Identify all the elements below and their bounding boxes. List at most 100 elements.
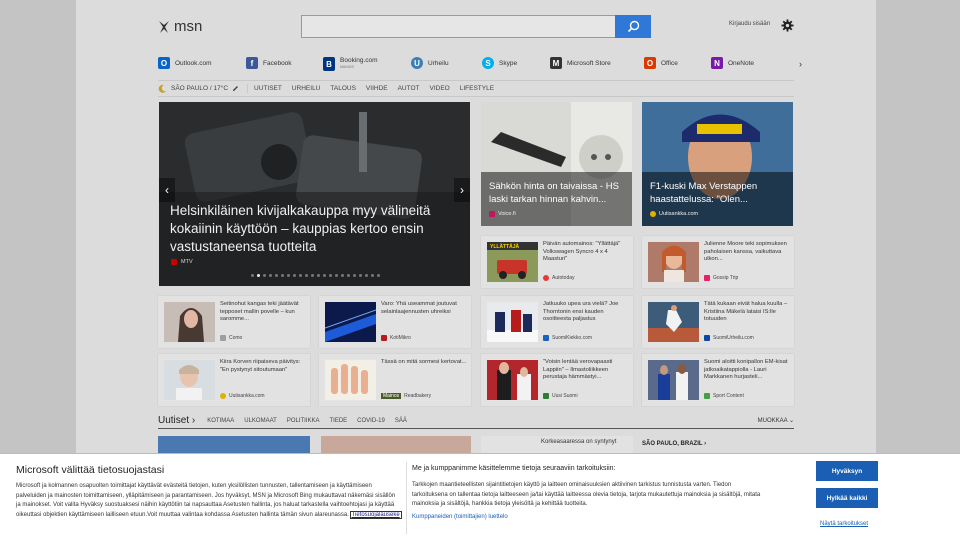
nav-link-talous[interactable]: TALOUS (330, 85, 356, 92)
news-section-title[interactable]: Uutiset › (158, 415, 195, 426)
card-source: Mainos Readbakery (381, 393, 432, 399)
nav-link-viihde[interactable]: VIIHDE (366, 85, 388, 92)
msn-logo[interactable]: msn (158, 18, 202, 35)
accept-button[interactable]: Hyväksyn (816, 461, 878, 481)
carousel-dot[interactable] (323, 274, 326, 277)
card-source: SuomiKiekko.com (543, 335, 592, 341)
card-source: KotiMikro (381, 335, 411, 341)
news-card[interactable]: Varo: Yhä useammat joutuvat selainlaajen… (319, 296, 471, 348)
store-icon: M (550, 57, 562, 69)
carousel-dot[interactable] (269, 274, 272, 277)
carousel-dot[interactable] (281, 274, 284, 277)
carousel-dot[interactable] (365, 274, 368, 277)
news-link-kotimaa[interactable]: KOTIMAA (207, 418, 234, 424)
partners-list-link[interactable]: Kumppaneiden (toimittajien) luettelo (412, 514, 508, 520)
carousel-dot[interactable] (275, 274, 278, 277)
search-input[interactable] (301, 15, 615, 38)
chevron-right-icon[interactable]: › (799, 59, 802, 69)
card-source: Uutisankka.com (220, 393, 265, 399)
hero-carousel[interactable]: Helsinkiläinen kivijalkakauppa myy välin… (159, 102, 470, 286)
news-card[interactable]: YLLÄTTÄJÄ Päivän automainos: "Yllättäjä"… (481, 236, 633, 288)
carousel-dots (251, 274, 380, 277)
quicklink-outlook[interactable]: O Outlook.com (158, 57, 212, 69)
uusi-suomi-icon (543, 393, 549, 399)
pencil-icon[interactable] (232, 85, 239, 92)
carousel-dot[interactable] (317, 274, 320, 277)
edit-button[interactable]: MUOKKAA ⌄ (758, 417, 794, 424)
carousel-dot[interactable] (335, 274, 338, 277)
news-card[interactable]: Tässä on mitä sormesi kertovat... Mainos… (319, 354, 471, 406)
card-title: "Voisin lentää verovapaasti Lappiin" – I… (543, 359, 613, 381)
show-purposes-link[interactable]: Näytä tarkoitukset (820, 521, 868, 527)
carousel-dot[interactable] (311, 274, 314, 277)
carousel-dot[interactable] (305, 274, 308, 277)
carousel-dot[interactable] (293, 274, 296, 277)
news-card[interactable]: Julienne Moore teki sopimuksen paholaise… (642, 236, 794, 288)
news-link-saa[interactable]: SÄÄ (395, 418, 407, 424)
autotoday-icon (543, 275, 549, 281)
carousel-dot[interactable] (257, 274, 260, 277)
suomikiekko-icon (543, 335, 549, 341)
card-title: Varo: Yhä useammat joutuvat selainlaajen… (381, 301, 457, 315)
carousel-dot[interactable] (371, 274, 374, 277)
uutisankka-icon (220, 393, 226, 399)
facebook-icon: f (246, 57, 258, 69)
signin-link[interactable]: Kirjaudu sisään (729, 21, 770, 27)
news-link-tiede[interactable]: TIEDE (330, 418, 348, 424)
carousel-dot[interactable] (353, 274, 356, 277)
weather-widget[interactable]: SÃO PAULO / 17°C (158, 84, 249, 93)
card-thumbnail (325, 302, 376, 342)
ad-badge: Mainos (381, 393, 402, 399)
quicklink-office[interactable]: O Office (644, 57, 678, 69)
nav-link-lifestyle[interactable]: LIFESTYLE (460, 85, 494, 92)
quicklink-urheilu[interactable]: U Urheilu (411, 57, 449, 69)
voice-icon (489, 211, 495, 217)
news-card[interactable]: Suomi aloitti konipallon EM-kisat jatkoa… (642, 354, 794, 406)
card-thumbnail (164, 302, 215, 342)
nav-link-uutiset[interactable]: UUTISET (254, 85, 282, 92)
hero-title[interactable]: Helsinkiläinen kivijalkakauppa myy välin… (170, 202, 460, 256)
news-card[interactable]: Kiira Korven riipaiseva päivitys: "En py… (158, 354, 310, 406)
news-section-bar: Uutiset › KOTIMAA ULKOMAAT POLITIIKKA TI… (158, 413, 794, 429)
news-card[interactable]: Tätä kukaan eivät halua kuulla – Kristii… (642, 296, 794, 348)
carousel-prev-button[interactable]: ‹ (159, 178, 175, 202)
big-card-title: F1-kuski Max Verstappen haastattelussa: … (650, 181, 758, 205)
carousel-dot[interactable] (347, 274, 350, 277)
carousel-dot[interactable] (329, 274, 332, 277)
big-card-electricity[interactable]: Sähkön hinta on taivaissa - HS laski tar… (481, 102, 632, 226)
reject-all-button[interactable]: Hylkää kaikki (816, 488, 878, 508)
privacy-statement-link[interactable]: Tietosuojalauseke (349, 510, 402, 519)
search-button[interactable] (615, 15, 651, 38)
quicklink-facebook[interactable]: f Facebook (246, 57, 292, 69)
news-card[interactable]: Jatkuuko upea ura vielä? Joe Thorntonin … (481, 296, 633, 348)
carousel-dot[interactable] (263, 274, 266, 277)
card-title: Päivän automainos: "Yllättäjä" Volkswage… (543, 241, 621, 263)
carousel-dot[interactable] (377, 274, 380, 277)
gear-icon[interactable] (781, 19, 794, 32)
carousel-dot[interactable] (287, 274, 290, 277)
quicklink-booking[interactable]: B Booking.com MAINOS (323, 57, 378, 71)
nav-link-urheilu[interactable]: URHEILU (292, 85, 321, 92)
card-title: Tässä on mitä sormesi kertovat... (381, 359, 467, 365)
news-card[interactable]: "Voisin lentää verovapaasti Lappiin" – I… (481, 354, 633, 406)
gossip-trip-icon (704, 275, 710, 281)
quicklink-skype[interactable]: S Skype (482, 57, 517, 69)
quicklink-onenote[interactable]: N OneNote (711, 57, 754, 69)
carousel-next-button[interactable]: › (454, 178, 470, 202)
carousel-dot[interactable] (299, 274, 302, 277)
nav-link-autot[interactable]: AUTOT (398, 85, 420, 92)
carousel-dot[interactable] (341, 274, 344, 277)
card-thumbnail: YLLÄTTÄJÄ (487, 242, 538, 282)
big-card-source: Voice.fi (489, 211, 516, 217)
carousel-dot[interactable] (251, 274, 254, 277)
outlook-icon: O (158, 57, 170, 69)
moon-icon (158, 84, 166, 93)
quicklink-store[interactable]: M Microsoft Store (550, 57, 611, 69)
carousel-dot[interactable] (359, 274, 362, 277)
big-card-verstappen[interactable]: F1-kuski Max Verstappen haastattelussa: … (642, 102, 793, 226)
nav-link-video[interactable]: VIDEO (430, 85, 450, 92)
news-link-ulkomaat[interactable]: ULKOMAAT (244, 418, 277, 424)
news-card[interactable]: Seitinohut kangas teki jäätävät tepposet… (158, 296, 310, 348)
news-link-covid[interactable]: COVID-19 (357, 418, 385, 424)
news-link-politiikka[interactable]: POLITIIKKA (287, 418, 320, 424)
